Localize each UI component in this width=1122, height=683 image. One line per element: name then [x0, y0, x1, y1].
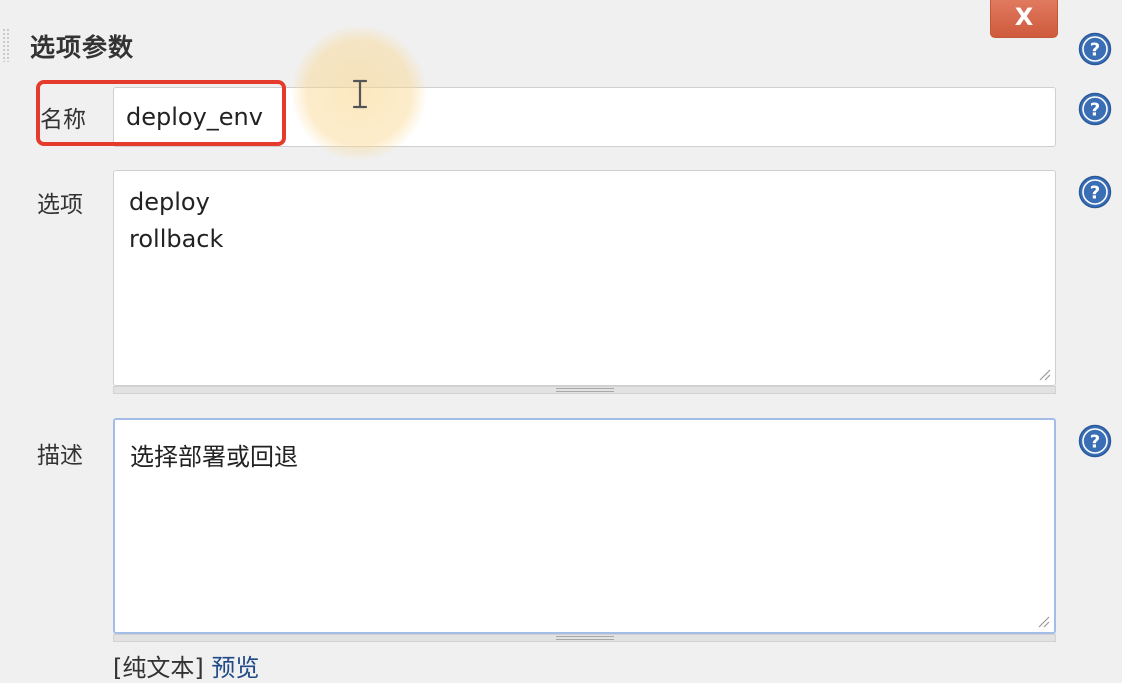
drag-handle[interactable]: [2, 28, 10, 62]
svg-text:?: ?: [1090, 40, 1100, 61]
description-label: 描述: [37, 443, 83, 469]
svg-text:?: ?: [1090, 432, 1100, 453]
choice-line: rollback: [129, 225, 224, 253]
preview-link[interactable]: 预览: [211, 654, 259, 682]
format-links: [纯文本] 预览: [113, 648, 259, 683]
help-icon[interactable]: ?: [1078, 32, 1112, 66]
choices-label: 选项: [37, 192, 83, 218]
choices-splitter[interactable]: [113, 386, 1056, 394]
plain-text-label: [纯文本]: [113, 654, 204, 682]
help-icon[interactable]: ?: [1078, 175, 1112, 209]
description-text: 选择部署或回退: [130, 443, 298, 471]
section-title: 选项参数: [30, 33, 135, 62]
svg-text:?: ?: [1090, 183, 1100, 204]
name-label: 名称: [40, 107, 86, 133]
svg-text:?: ?: [1090, 100, 1100, 121]
choices-textarea[interactable]: deploy rollback: [113, 170, 1056, 386]
choice-line: deploy: [129, 188, 210, 216]
name-input[interactable]: [113, 87, 1056, 147]
close-button[interactable]: X: [990, 0, 1058, 38]
resize-grip-icon[interactable]: [1037, 367, 1051, 381]
help-icon[interactable]: ?: [1078, 92, 1112, 126]
description-textarea[interactable]: 选择部署或回退: [113, 418, 1056, 634]
resize-grip-icon[interactable]: [1036, 614, 1050, 628]
description-splitter[interactable]: [113, 634, 1056, 642]
help-icon[interactable]: ?: [1078, 424, 1112, 458]
